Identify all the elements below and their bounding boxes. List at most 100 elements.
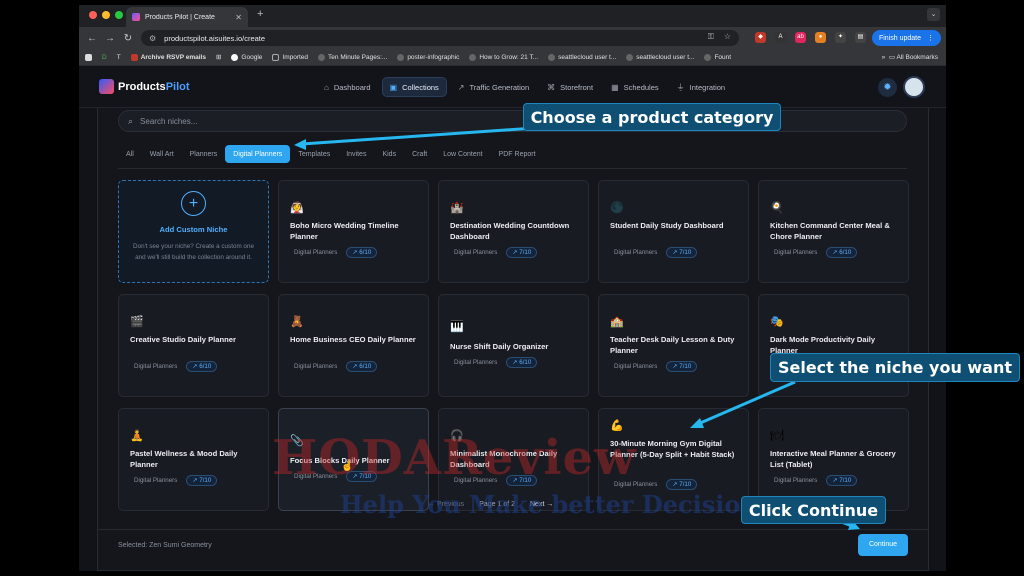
niche-card[interactable]: 🧸 Home Business CEO Daily Planner Digital … [278,294,429,397]
bookmark-apps-icon[interactable] [85,53,92,61]
extension-menu-icon[interactable]: ▤ [855,32,866,43]
category-tab-digital-planners[interactable]: Digital Planners [225,145,291,163]
bookmark-d-icon[interactable]: D [102,54,107,61]
niche-emoji-icon: 👰 [290,202,304,214]
niche-type-badge: Digital Planners [614,363,658,370]
nav-traffic-generation[interactable]: ↗ Traffic Generation [451,77,536,97]
nav-collections[interactable]: ▣ Collections [381,77,447,97]
trend-icon: ↗ [457,82,465,92]
browser-tab[interactable]: Products Pilot | Create ✕ [126,7,248,27]
all-bookmarks[interactable]: » ▭ All Bookmarks [882,53,938,61]
niche-card[interactable]: 🌑 Student Daily Study Dashboard Digital Pl… [598,180,749,283]
niche-tags: Digital Planners ↗ 6/10 [770,247,858,258]
category-tab-low-content[interactable]: Low Content [435,145,490,163]
bookmark-item[interactable]: seattlecloud user t... [548,53,616,61]
niche-score: 6/10 [359,249,372,256]
extension-puzzle-icon[interactable]: ✦ [835,32,846,43]
extension-abp-icon[interactable]: ab [795,32,806,43]
bookmark-item[interactable]: How to Grow: 21 T... [469,53,538,61]
bookmark-item[interactable]: Archive RSVP emails [130,53,206,61]
minimize-window-button[interactable] [102,11,110,19]
extension-color-icon[interactable]: ● [815,32,826,43]
site-info-icon[interactable]: ⚙ [149,34,156,43]
niche-emoji-icon: 🌑 [610,202,624,214]
niche-tags: Digital Planners ↗ 6/10 [290,361,378,372]
category-tab-craft[interactable]: Craft [404,145,435,163]
category-tab-wall-art[interactable]: Wall Art [142,145,182,163]
bookmark-item[interactable]: Ten Minute Pages:... [318,53,387,61]
password-key-icon[interactable]: ⚿ [708,32,714,42]
forward-icon[interactable]: → [101,33,119,44]
niche-score: 7/10 [199,477,212,484]
search-input[interactable] [140,116,441,126]
niche-type-badge: Digital Planners [294,249,338,256]
niche-tags: Digital Planners ↗ 7/10 [610,361,698,372]
niche-score-badge: ↗ 6/10 [506,357,538,368]
niche-tags: Digital Planners ↗ 7/10 [450,247,538,258]
bookmark-item[interactable]: poster-infographic [397,53,459,61]
kebab-menu-icon: ⋮ [927,35,934,42]
category-tab-pdf-report[interactable]: PDF Report [491,145,544,163]
niche-score-badge: ↗ 7/10 [666,479,698,490]
maximize-window-button[interactable] [115,11,123,19]
close-window-button[interactable] [89,11,97,19]
bookmarks-bar: D T Archive RSVP emails ⊞ Google Importe… [79,49,946,66]
niche-score-badge: ↗ 7/10 [506,247,538,258]
url-text: productspilot.aisuites.io/create [164,33,266,43]
bookmark-item[interactable]: Imported [272,53,308,61]
niche-card[interactable]: 🏰 Destination Wedding Countdown Dashboard… [438,180,589,283]
finish-update-button[interactable]: Finish update ⋮ [871,30,941,46]
niche-card[interactable]: 🏫 Teacher Desk Daily Lesson & Duty Planne… [598,294,749,397]
niche-type-badge: Digital Planners [454,249,498,256]
category-tab-kids[interactable]: Kids [374,145,404,163]
add-custom-niche-card[interactable]: + Add Custom Niche Don't see your niche?… [118,180,269,283]
nav-storefront[interactable]: ⌘ Storefront [540,77,600,97]
bookmark-star-icon[interactable]: ☆ [724,32,731,42]
tab-close-icon[interactable]: ✕ [235,13,242,22]
plus-icon: + [181,191,206,216]
niche-tags: Digital Planners ↗ 7/10 [610,247,698,258]
app-header: Products Pilot ⌂ Dashboard ▣ Collections ↗… [79,66,946,108]
address-bar[interactable]: ⚙ productspilot.aisuites.io/create ⚿ ☆ [141,30,739,46]
continue-button[interactable]: Continue [858,534,908,556]
category-tab-invites[interactable]: Invites [338,145,374,163]
category-tab-all[interactable]: All [118,145,142,163]
new-tab-icon[interactable]: + [257,8,263,20]
niche-score: 6/10 [839,249,852,256]
bookmark-item[interactable]: Fount [704,53,731,61]
category-tab-planners[interactable]: Planners [182,145,226,163]
tab-strip: Products Pilot | Create ✕ + ⌄ [79,5,946,27]
avatar[interactable] [903,76,925,98]
mouse-cursor-icon: ☝ [341,461,354,472]
niche-card[interactable]: 👰 Boho Micro Wedding Timeline Planner Digi… [278,180,429,283]
niche-emoji-icon: 🎭 [770,316,784,328]
niche-card[interactable]: 🎹 Nurse Shift Daily Organizer Digital Plan… [438,294,589,397]
tab-search-icon[interactable]: ⌄ [927,8,940,21]
category-tab-templates[interactable]: Templates [290,145,338,163]
niche-score-badge: ↗ 6/10 [186,361,218,372]
niche-score: 7/10 [519,249,532,256]
nav-dashboard[interactable]: ⌂ Dashboard [317,77,378,97]
niche-card[interactable]: 🎬 Creative Studio Daily Planner Digital Pl… [118,294,269,397]
nav-integration[interactable]: ⏚ Integration [670,77,732,97]
extension-fox-icon[interactable]: ◆ [755,32,766,43]
reload-icon[interactable]: ↻ [119,33,137,44]
bookmark-grid-icon[interactable]: ⊞ [216,53,221,61]
niche-title: Student Daily Study Dashboard [610,221,724,230]
bookmark-item[interactable]: seattlecloud user t... [626,53,694,61]
extension-translate-icon[interactable]: A [775,32,786,43]
niche-type-badge: Digital Planners [134,363,178,370]
niche-emoji-icon: 🏫 [610,316,624,328]
selected-niche-text: Selected: Zen Sumi Geometry [118,542,212,549]
niche-card[interactable]: 🧘 Pastel Wellness & Mood Daily Planner Dig… [118,408,269,511]
niche-score-badge: ↗ 6/10 [826,247,858,258]
theme-toggle-sun-icon[interactable]: ✹ [878,78,897,97]
bookmark-t-icon[interactable]: T [117,54,121,61]
niche-card[interactable]: 🍳 Kitchen Command Center Meal & Chore Pla… [758,180,909,283]
back-icon[interactable]: ← [83,33,101,44]
nav-schedules[interactable]: ▦ Schedules [604,77,666,97]
logo-text-accent: Pilot [165,80,190,93]
search-bar[interactable]: ⌕ [118,110,907,132]
bookmark-item[interactable]: Google [231,53,262,61]
app-logo[interactable]: Products Pilot [99,79,190,94]
